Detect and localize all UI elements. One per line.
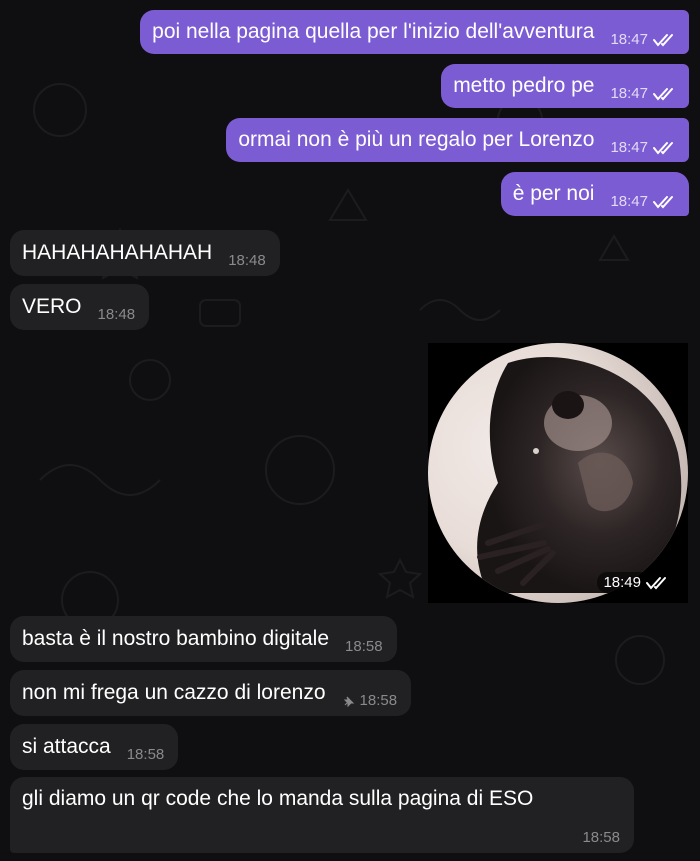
message-text: non mi frega un cazzo di lorenzo [22, 681, 326, 704]
read-double-check-icon [653, 33, 673, 47]
message-time: 18:48 [228, 252, 266, 269]
message-outgoing[interactable]: è per noi 18:47 [500, 172, 689, 216]
message-meta: 18:58 [342, 692, 398, 709]
message-text: poi nella pagina quella per l'inizio del… [152, 20, 595, 43]
message-incoming[interactable]: gli diamo un qr code che lo manda sulla … [10, 777, 634, 853]
message-text: ormai non è più un regalo per Lorenzo [238, 128, 595, 151]
message-meta: 18:47 [610, 139, 679, 156]
read-double-check-icon [653, 141, 673, 155]
message-meta: 18:48 [228, 252, 266, 269]
message-incoming[interactable]: VERO 18:48 [10, 284, 150, 330]
message-outgoing[interactable]: metto pedro pe 18:47 [441, 64, 689, 108]
message-incoming[interactable]: HAHAHAHAHAHAH 18:48 [10, 230, 280, 276]
video-meta: 18:49 [597, 572, 678, 593]
message-text: metto pedro pe [453, 74, 595, 97]
message-incoming[interactable]: basta è il nostro bambino digitale 18:58 [10, 616, 397, 662]
video-time: 18:49 [603, 574, 641, 591]
message-time: 18:58 [582, 829, 620, 846]
message-text: HAHAHAHAHAHAH [22, 241, 213, 264]
message-time: 18:47 [610, 85, 648, 102]
message-meta: 18:58 [345, 638, 383, 655]
video-thumbnail [477, 357, 682, 593]
message-text: gli diamo un qr code che lo manda sulla … [22, 787, 534, 810]
video-note-circle[interactable] [428, 343, 688, 603]
message-text: basta è il nostro bambino digitale [22, 627, 330, 650]
message-meta: 18:58 [127, 746, 165, 763]
video-message[interactable]: 18:49 [428, 343, 688, 603]
message-time: 18:58 [345, 638, 383, 655]
message-time: 18:58 [126, 746, 165, 763]
message-text: si attacca [22, 735, 111, 758]
message-text: VERO [22, 295, 82, 318]
read-double-check-icon [653, 87, 673, 101]
message-meta: 18:58 [582, 829, 620, 846]
message-time: 18:48 [97, 306, 136, 323]
read-double-check-icon [653, 195, 673, 209]
message-time: 18:58 [359, 692, 398, 709]
message-incoming[interactable]: non mi frega un cazzo di lorenzo 18:58 [10, 670, 412, 716]
pin-icon [343, 696, 354, 707]
message-outgoing[interactable]: poi nella pagina quella per l'inizio del… [140, 10, 689, 54]
message-meta: 18:47 [610, 31, 679, 48]
message-time: 18:47 [610, 31, 648, 48]
message-meta: 18:47 [610, 85, 679, 102]
message-meta: 18:48 [98, 306, 136, 323]
message-text: è per noi [512, 182, 595, 205]
message-time: 18:47 [610, 193, 648, 210]
read-double-check-icon [646, 576, 666, 590]
message-time: 18:47 [610, 139, 648, 156]
message-incoming[interactable]: si attacca 18:58 [10, 724, 179, 770]
message-outgoing[interactable]: ormai non è più un regalo per Lorenzo 18… [226, 118, 689, 162]
message-meta: 18:47 [610, 193, 679, 210]
